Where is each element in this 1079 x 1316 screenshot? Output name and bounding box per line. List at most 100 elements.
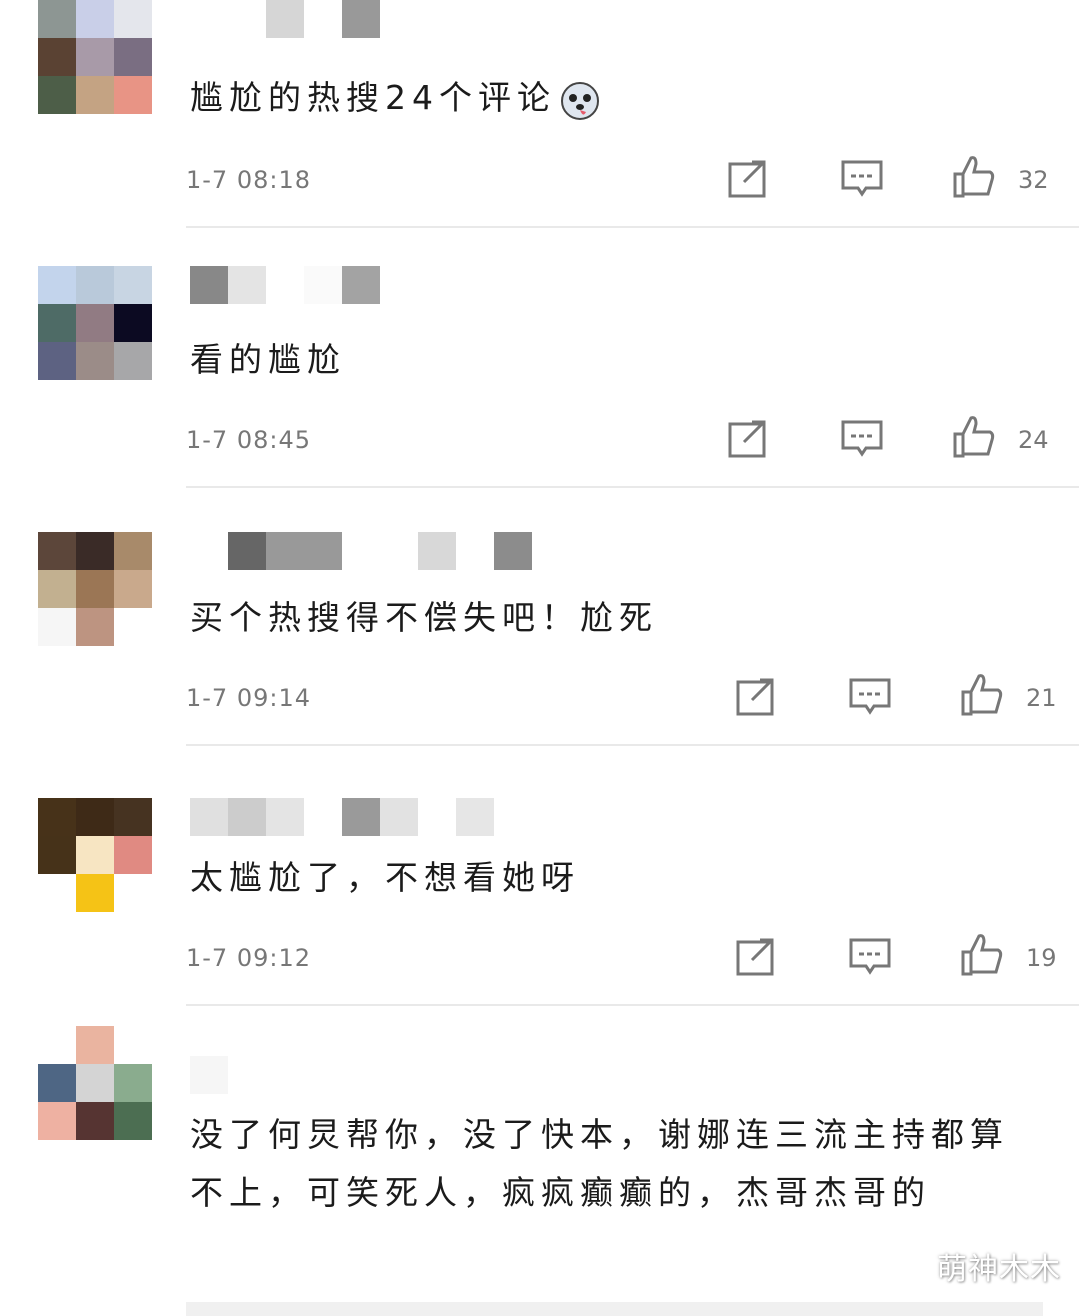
bottom-bar: [186, 1302, 1043, 1316]
username-mosaic-block: [190, 266, 228, 304]
avatar[interactable]: [38, 266, 152, 380]
avatar-pixel: [76, 1026, 114, 1064]
avatar-pixel: [76, 1064, 114, 1102]
avatar-pixel: [76, 342, 114, 380]
username-mosaic-block: [190, 1056, 228, 1094]
avatar[interactable]: [38, 1026, 152, 1140]
like-icon[interactable]: [952, 154, 996, 198]
username-mosaic-block: [342, 0, 380, 38]
username-mosaic-block: [456, 532, 494, 570]
comment-time: 1-7 08:18: [186, 166, 311, 194]
divider: [186, 1004, 1079, 1006]
avatar-pixel: [38, 76, 76, 114]
comment-text: 没了何炅帮你，没了快本，谢娜连三流主持都算不上，可笑死人，疯疯癫癫的，杰哥杰哥的: [190, 1115, 1009, 1212]
username-mosaic-block: [266, 266, 304, 304]
username[interactable]: [190, 532, 532, 570]
avatar-pixel: [76, 798, 114, 836]
username[interactable]: [190, 1056, 304, 1094]
avatar-pixel: [114, 570, 152, 608]
comment-text: 买个热搜得不偿失吧！尬死: [190, 598, 658, 637]
avatar-pixel: [76, 570, 114, 608]
avatar-pixel: [38, 874, 76, 912]
username-mosaic-block: [418, 798, 456, 836]
avatar-pixel: [114, 304, 152, 342]
like-icon[interactable]: [960, 672, 1004, 716]
avatar-pixel: [76, 532, 114, 570]
avatar-pixel: [114, 798, 152, 836]
avatar-pixel: [114, 76, 152, 114]
avatar-pixel: [38, 0, 76, 38]
husky-emoji-icon: [560, 80, 600, 120]
username-mosaic-block: [228, 532, 266, 570]
username[interactable]: [190, 0, 380, 38]
username-mosaic-block: [304, 532, 342, 570]
avatar-pixel: [114, 1026, 152, 1064]
comment-text: 尴尬的热搜24个评论: [190, 68, 600, 128]
username-mosaic-block: [304, 266, 342, 304]
avatar-pixel: [38, 1026, 76, 1064]
username-mosaic-block: [304, 0, 342, 38]
avatar-pixel: [38, 608, 76, 646]
avatar-pixel: [114, 608, 152, 646]
avatar-pixel: [76, 304, 114, 342]
like-icon[interactable]: [960, 932, 1004, 976]
avatar-pixel: [38, 304, 76, 342]
like-count: 32: [1018, 166, 1049, 194]
avatar-pixel: [38, 532, 76, 570]
avatar-pixel: [76, 38, 114, 76]
avatar-pixel: [76, 1102, 114, 1140]
username-mosaic-block: [304, 798, 342, 836]
avatar[interactable]: [38, 798, 152, 912]
username-mosaic-block: [342, 266, 380, 304]
share-icon[interactable]: [734, 674, 778, 718]
avatar-pixel: [76, 836, 114, 874]
avatar-pixel: [114, 38, 152, 76]
avatar-pixel: [114, 1064, 152, 1102]
username-mosaic-block: [266, 0, 304, 38]
share-icon[interactable]: [726, 156, 770, 200]
watermark: 萌神木木: [937, 1252, 1061, 1287]
avatar-pixel: [114, 874, 152, 912]
reply-icon[interactable]: [848, 674, 892, 718]
avatar-pixel: [114, 342, 152, 380]
username-mosaic-block: [266, 798, 304, 836]
avatar-pixel: [38, 798, 76, 836]
avatar-pixel: [114, 532, 152, 570]
share-icon[interactable]: [726, 416, 770, 460]
avatar[interactable]: [38, 0, 152, 114]
comment-text: 太尴尬了，不想看她呀: [190, 858, 580, 897]
username-mosaic-block: [456, 798, 494, 836]
comment-time: 1-7 09:12: [186, 944, 311, 972]
comment-time: 1-7 08:45: [186, 426, 311, 454]
share-icon[interactable]: [734, 934, 778, 978]
avatar-pixel: [114, 0, 152, 38]
avatar-pixel: [76, 266, 114, 304]
username[interactable]: [190, 798, 494, 836]
avatar-pixel: [114, 1102, 152, 1140]
avatar-pixel: [38, 38, 76, 76]
divider: [186, 226, 1079, 228]
reply-icon[interactable]: [840, 416, 884, 460]
divider: [186, 744, 1079, 746]
username-mosaic-block: [380, 532, 418, 570]
username-mosaic-block: [228, 1056, 266, 1094]
avatar[interactable]: [38, 532, 152, 646]
avatar-pixel: [38, 342, 76, 380]
avatar-pixel: [114, 266, 152, 304]
username-mosaic-block: [380, 798, 418, 836]
username[interactable]: [190, 266, 380, 304]
like-icon[interactable]: [952, 414, 996, 458]
reply-icon[interactable]: [848, 934, 892, 978]
avatar-pixel: [76, 608, 114, 646]
avatar-pixel: [38, 266, 76, 304]
avatar-pixel: [38, 836, 76, 874]
username-mosaic-block: [266, 1056, 304, 1094]
avatar-pixel: [76, 0, 114, 38]
comment-text: 看的尴尬: [190, 340, 346, 379]
avatar-pixel: [76, 76, 114, 114]
avatar-pixel: [38, 1064, 76, 1102]
username-mosaic-block: [342, 798, 380, 836]
divider: [186, 486, 1079, 488]
username-mosaic-block: [494, 532, 532, 570]
reply-icon[interactable]: [840, 156, 884, 200]
